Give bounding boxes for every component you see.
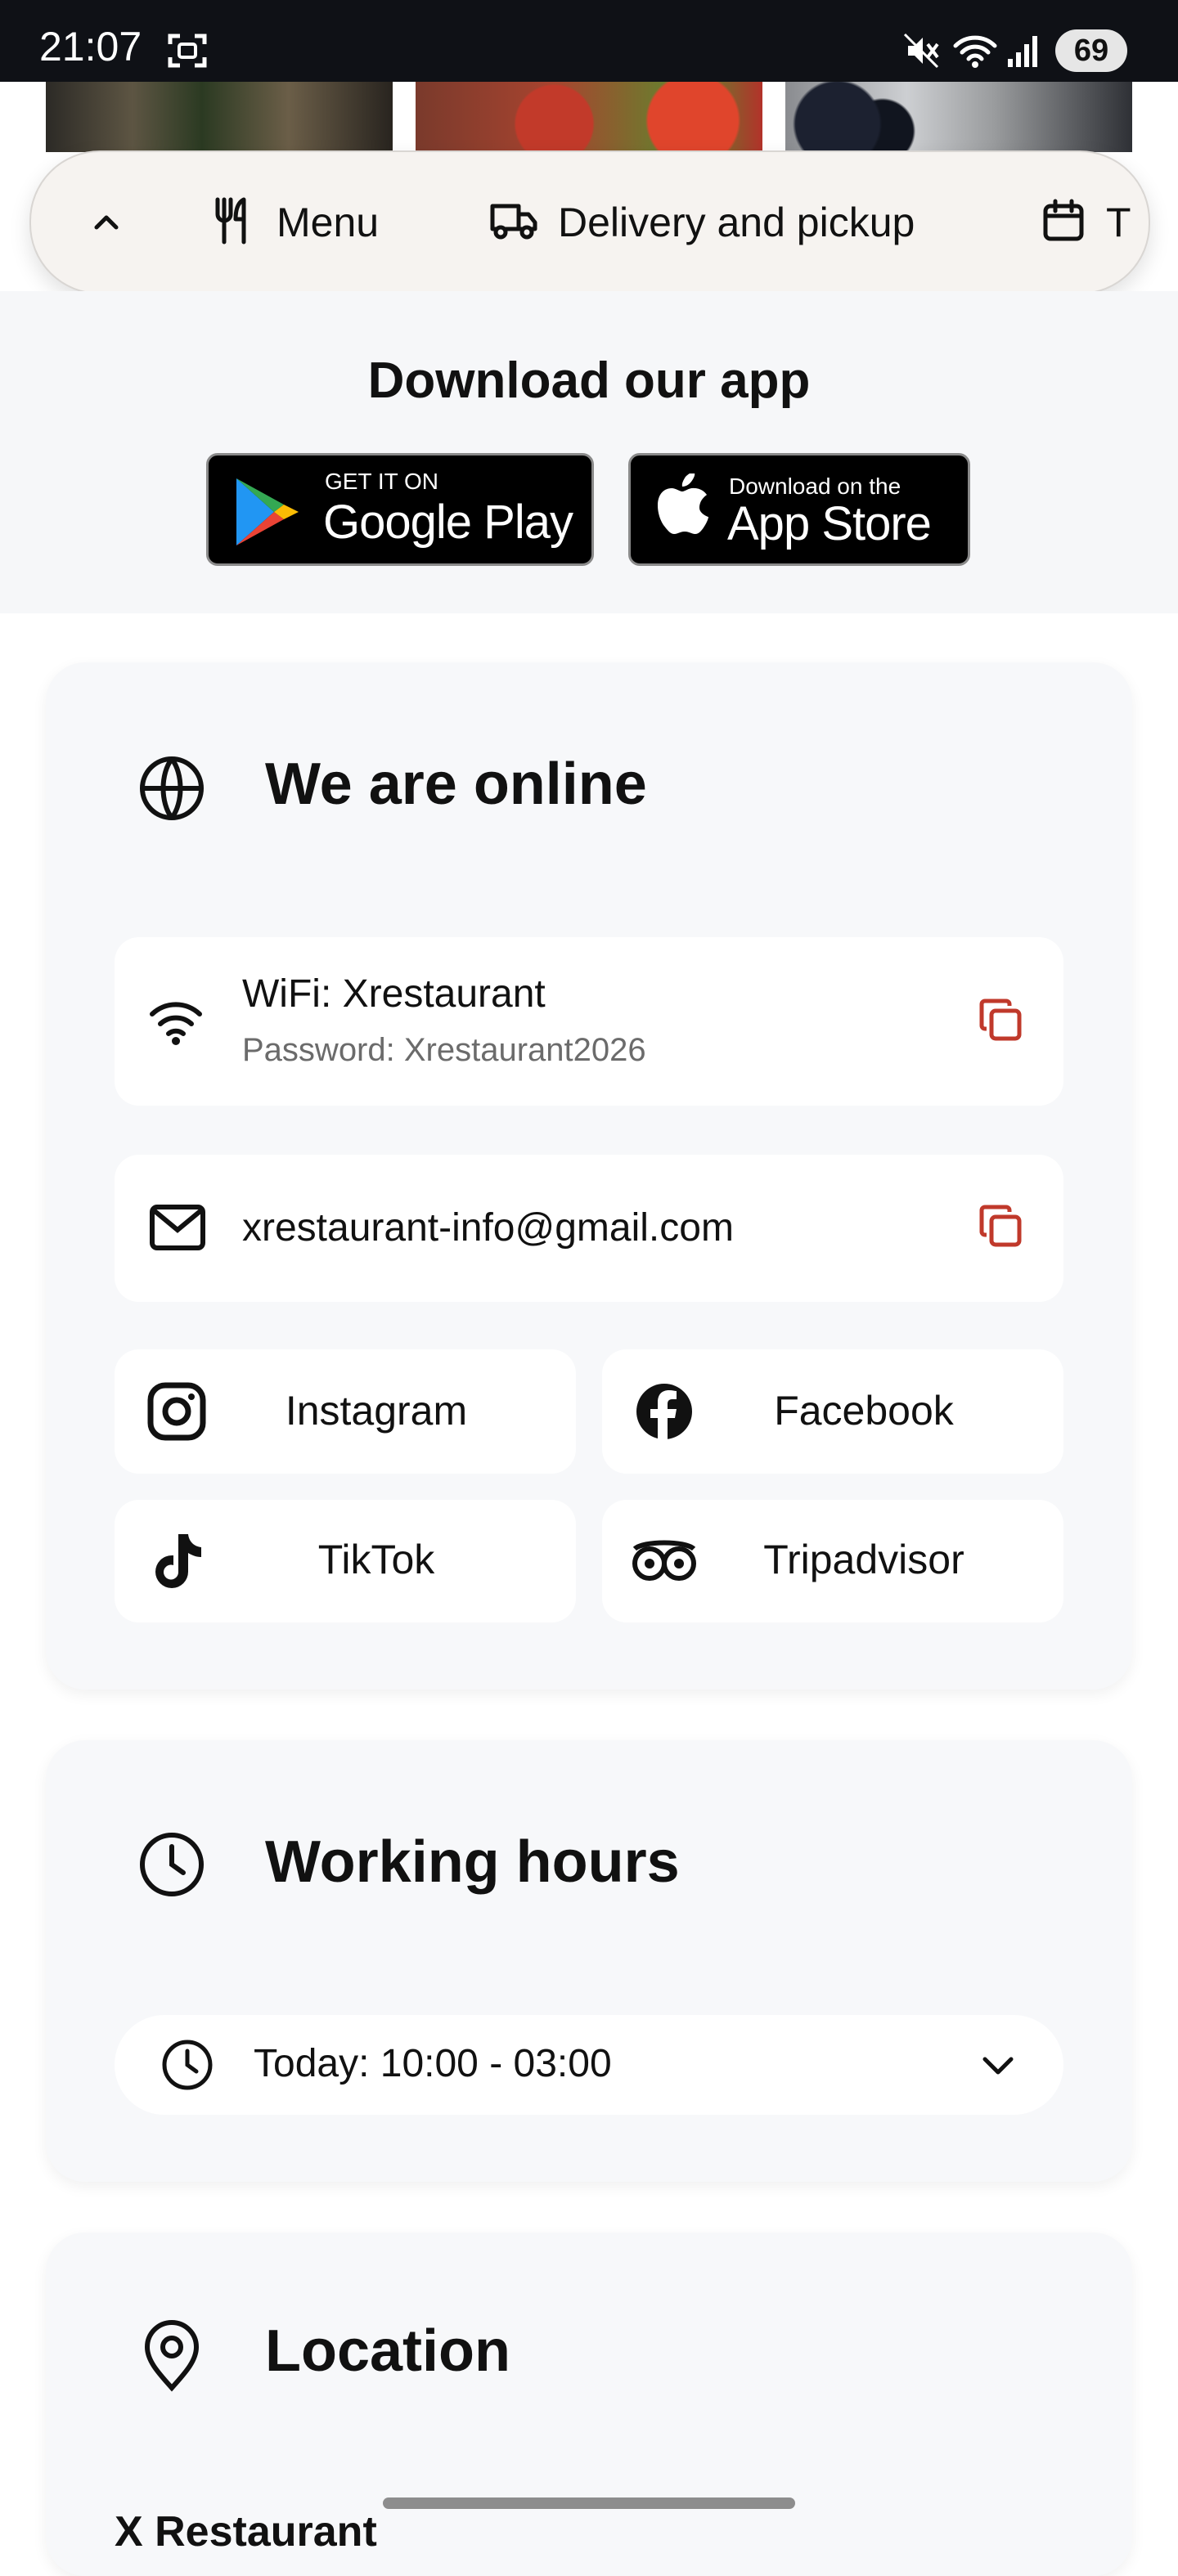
hours-dropdown[interactable]: Today: 10:00 - 03:00 <box>115 2015 1063 2115</box>
google-play-button[interactable]: GET IT ON Google Play <box>206 453 594 566</box>
gallery-photo[interactable] <box>416 82 762 152</box>
email-address[interactable]: xrestaurant-info@gmail.com <box>242 1205 734 1250</box>
tripadvisor-icon <box>632 1537 697 1587</box>
tripadvisor-label: Tripadvisor <box>763 1537 964 1582</box>
wifi-row: WiFi: Xrestaurant Password: Xrestaurant2… <box>115 937 1063 1106</box>
hours-title: Working hours <box>265 1829 680 1895</box>
wifi-icon <box>149 996 203 1049</box>
google-play-icon <box>233 475 302 553</box>
download-app-section: Download our app GET IT ON Google Play D… <box>0 291 1178 613</box>
facebook-button[interactable]: Facebook <box>602 1349 1063 1474</box>
chevron-up-icon[interactable] <box>80 196 133 249</box>
gallery-photo[interactable] <box>46 82 393 152</box>
online-title: We are online <box>265 752 647 817</box>
location-name: X Restaurant <box>115 2508 377 2556</box>
screenshot-icon <box>167 33 208 73</box>
home-indicator[interactable] <box>383 2497 795 2509</box>
app-store-big: App Store <box>727 497 932 550</box>
nav-table-label: T <box>1106 200 1131 245</box>
nav-table[interactable]: T <box>1041 152 1131 293</box>
wifi-status-icon <box>952 33 998 73</box>
hours-card: Working hours Today: 10:00 - 03:00 <box>46 1740 1132 2182</box>
truck-icon <box>489 198 538 248</box>
fork-knife-icon <box>211 196 257 249</box>
globe-icon <box>137 754 206 827</box>
status-bar: 21:07 69 <box>0 0 1178 82</box>
chevron-down-icon[interactable] <box>973 2041 1023 2094</box>
facebook-icon <box>635 1382 694 1445</box>
tiktok-button[interactable]: TikTok <box>115 1500 576 1622</box>
nav-menu-label: Menu <box>277 200 380 245</box>
nav-menu[interactable]: Menu <box>211 152 379 293</box>
calendar-icon <box>1041 198 1086 248</box>
nav-delivery-label: Delivery and pickup <box>558 200 915 245</box>
online-card: We are online WiFi: Xrestaurant Password… <box>46 662 1132 1690</box>
clock-icon <box>160 2038 214 2096</box>
tripadvisor-button[interactable]: Tripadvisor <box>602 1500 1063 1622</box>
google-play-small: GET IT ON <box>325 469 438 494</box>
copy-icon[interactable] <box>978 998 1024 1048</box>
app-store-button[interactable]: Download on the App Store <box>628 453 970 566</box>
instagram-icon <box>147 1382 206 1445</box>
wifi-name: WiFi: Xrestaurant <box>242 972 546 1016</box>
apple-icon <box>655 472 709 543</box>
nav-delivery[interactable]: Delivery and pickup <box>489 152 915 293</box>
location-card: Location X Restaurant <box>46 2233 1132 2576</box>
instagram-button[interactable]: Instagram <box>115 1349 576 1474</box>
location-title: Location <box>265 2318 510 2384</box>
clock-icon <box>137 1830 206 1903</box>
facebook-label: Facebook <box>774 1388 954 1434</box>
google-play-big: Google Play <box>323 496 573 549</box>
status-time: 21:07 <box>39 24 142 70</box>
battery-indicator: 69 <box>1055 29 1127 72</box>
section-nav: Menu Delivery and pickup T <box>29 150 1150 294</box>
copy-icon[interactable] <box>978 1204 1024 1254</box>
instagram-label: Instagram <box>285 1388 468 1434</box>
tiktok-icon <box>149 1531 203 1594</box>
hours-today: Today: 10:00 - 03:00 <box>254 2042 612 2085</box>
mute-icon <box>903 33 941 73</box>
map-pin-icon <box>137 2319 206 2397</box>
wifi-password: Password: Xrestaurant2026 <box>242 1032 646 1068</box>
gallery-photo[interactable] <box>785 82 1132 152</box>
tiktok-label: TikTok <box>317 1537 435 1582</box>
signal-icon <box>1006 33 1042 73</box>
email-row: xrestaurant-info@gmail.com <box>115 1155 1063 1302</box>
download-app-title: Download our app <box>367 352 811 409</box>
mail-icon <box>149 1204 206 1255</box>
